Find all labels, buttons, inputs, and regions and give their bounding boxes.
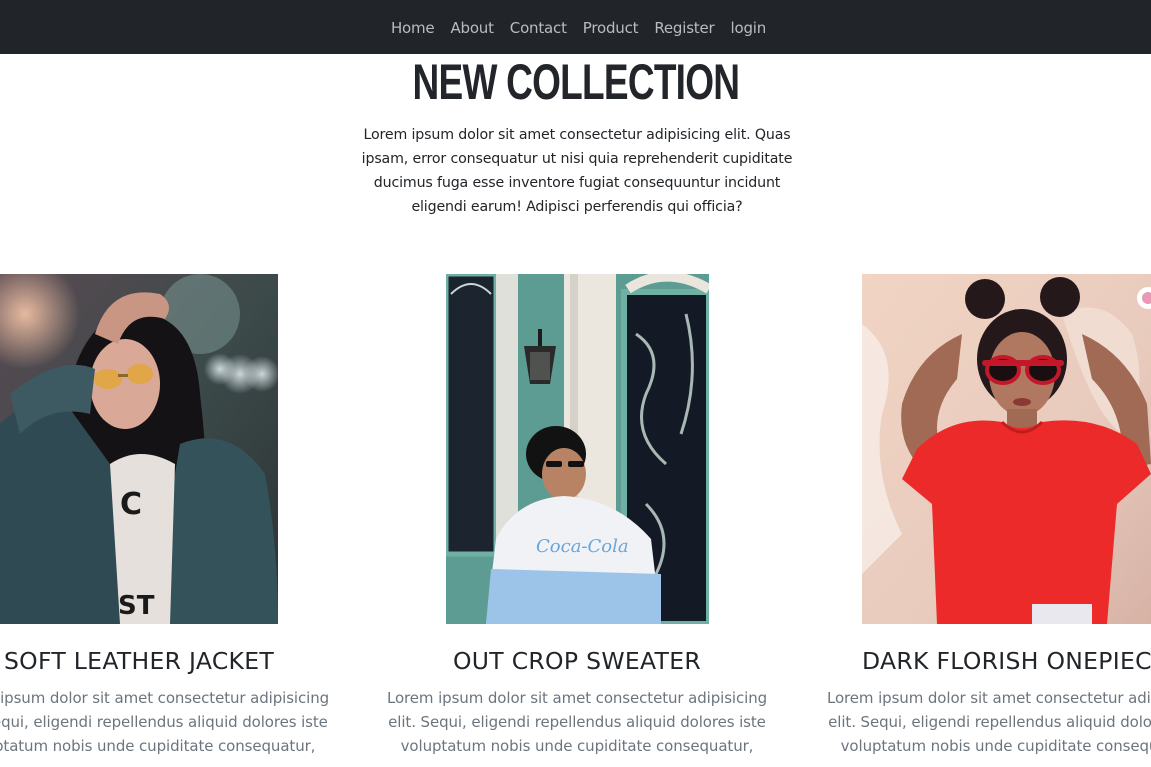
sweater-logo-text: Coca-Cola: [536, 536, 629, 557]
nav-link-register[interactable]: Register: [646, 19, 722, 37]
nav-link-about[interactable]: About: [442, 19, 501, 37]
shirt-print: C: [120, 487, 142, 522]
product-desc-leather-jacket: Lorem ipsum dolor sit amet consectetur a…: [0, 689, 330, 755]
nav-link-contact[interactable]: Contact: [502, 19, 575, 37]
collection-heading: NEW COLLECTION: [412, 54, 740, 110]
collection-description: Lorem ipsum dolor sit amet consectetur a…: [361, 127, 793, 215]
nav-link-login[interactable]: login: [723, 19, 775, 37]
nav-link-home[interactable]: Home: [383, 19, 443, 37]
nav-link-product[interactable]: Product: [575, 19, 647, 37]
nav-menu: Home About Contact Product Register logi…: [383, 18, 774, 37]
product-image-leather-jacket[interactable]: C ST: [0, 274, 278, 624]
product-title-leather-jacket: SOFT LEATHER JACKET: [3, 647, 275, 675]
product-desc-onepiece: Lorem ipsum dolor sit amet consectetur a…: [826, 689, 1151, 755]
shirt-print-2: ST: [118, 591, 155, 621]
product-image-onepiece[interactable]: [862, 274, 1151, 624]
top-navbar: Home About Contact Product Register logi…: [0, 0, 1151, 54]
product-image-crop-sweater[interactable]: Coca-Cola: [446, 274, 709, 624]
product-desc-crop-sweater: Lorem ipsum dolor sit amet consectetur a…: [386, 689, 768, 755]
product-title-onepiece: DARK FLORISH ONEPIECE: [862, 647, 1151, 675]
product-title-crop-sweater: OUT CROP SWEATER: [453, 647, 701, 675]
